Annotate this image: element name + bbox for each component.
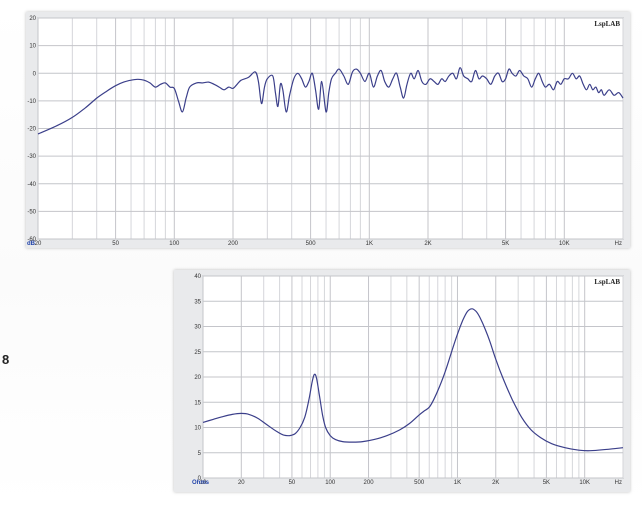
y-tick-label: 20 [29, 16, 36, 22]
x-tick-label: 5K [543, 480, 550, 486]
x-tick-label: 10K [559, 241, 570, 247]
x-tick-label: 200 [228, 241, 239, 247]
page: 8 20 50 100 200 500 1K 2K 5K 10K 20 10 0 -10 -20 -30 -4… [0, 0, 642, 508]
x-tick-label: 1K [366, 241, 373, 247]
y-tick-label: 10 [29, 44, 36, 50]
y-tick-label: -40 [27, 182, 36, 188]
x-tick-label: 100 [325, 480, 336, 486]
x-tick-label: 500 [414, 480, 425, 486]
y-tick-label: -50 [27, 209, 36, 215]
y-tick-label: 20 [194, 375, 201, 381]
frequency-response-chart: 20 50 100 200 500 1K 2K 5K 10K20100-10-20-30-40-… [27, 16, 624, 247]
impedance-panel: 10 20 50 100 200 500 1K 2K 5K 10K 40 35 30 25 20 15 10 5 O… [174, 270, 630, 492]
x-tick-label: 50 [289, 480, 296, 486]
brand-label: LspLAB [594, 278, 620, 286]
y-tick-label: -30 [27, 154, 36, 160]
y-tick-label: 30 [194, 325, 201, 331]
x-tick-label: 10K [579, 480, 590, 486]
x-tick-label: 2K [424, 241, 431, 247]
x-unit-label: Hz [615, 480, 622, 486]
impedance-chart: 10 20 50 100 200 500 1K 2K 5K 10K403530252015105O… [192, 274, 624, 486]
y-tick-label: 15 [194, 400, 201, 406]
x-tick-label: 5K [502, 241, 509, 247]
y-tick-label: 0 [33, 71, 37, 77]
y-tick-label: 5 [198, 451, 202, 457]
x-unit-label: Hz [615, 241, 622, 247]
y-tick-label: 40 [194, 274, 201, 280]
y-tick-label: 25 [194, 350, 201, 356]
x-tick-label: 200 [364, 480, 375, 486]
x-tick-label: 50 [112, 241, 119, 247]
x-tick-label: 2K [492, 480, 499, 486]
x-tick-label: 100 [169, 241, 180, 247]
x-tick-label: 1K [454, 480, 461, 486]
brand-label: LspLAB [594, 20, 620, 28]
x-tick-label: 500 [306, 241, 317, 247]
y-tick-label: -20 [27, 127, 36, 133]
y-tick-label: -60 [27, 237, 36, 243]
y-tick-label: 10 [194, 426, 201, 432]
y-tick-label: 35 [194, 299, 201, 305]
y-tick-label: -10 [27, 99, 36, 105]
x-tick-label: 20 [238, 480, 245, 486]
side-label: 8 [2, 352, 10, 367]
frequency-response-panel: 20 50 100 200 500 1K 2K 5K 10K 20 10 0 -10 -20 -30 -40-… [26, 12, 630, 248]
